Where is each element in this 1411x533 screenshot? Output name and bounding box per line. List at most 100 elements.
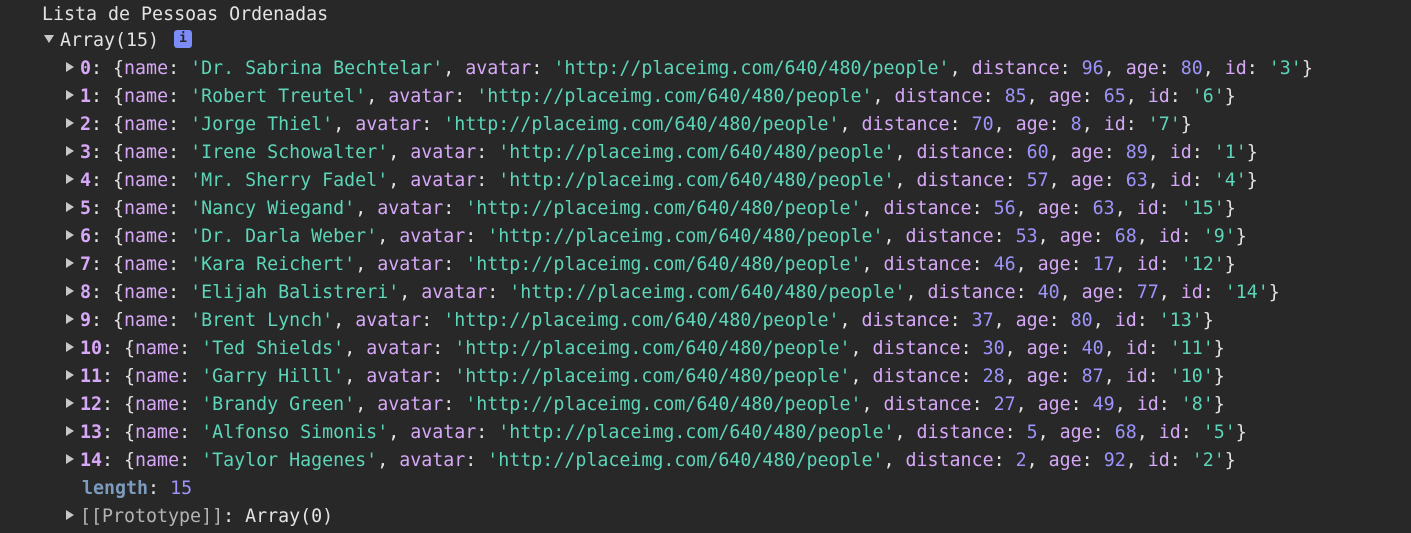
item-index[interactable]: 7: [80, 254, 91, 275]
array-item-row[interactable]: 4: {name: 'Mr. Sherry Fadel', avatar: 'h…: [66, 167, 1258, 195]
id-value: '9': [1202, 226, 1236, 247]
distance-key: distance: [905, 450, 994, 471]
avatar-key: avatar: [366, 366, 433, 387]
age-value: 87: [1081, 366, 1104, 387]
expand-triangle-icon[interactable]: [66, 314, 74, 324]
array-item-row[interactable]: 13: {name: 'Alfonso Simonis', avatar: 'h…: [66, 419, 1247, 447]
age-key: age: [1037, 198, 1071, 219]
id-key: id: [1136, 254, 1159, 275]
item-index[interactable]: 4: [80, 170, 91, 191]
expand-triangle-icon[interactable]: [66, 426, 74, 436]
item-index[interactable]: 6: [80, 226, 91, 247]
expand-triangle-icon[interactable]: [66, 90, 74, 100]
array-item-row[interactable]: 8: {name: 'Elijah Balistreri', avatar: '…: [66, 279, 1280, 307]
avatar-key: avatar: [465, 58, 532, 79]
distance-key: distance: [894, 86, 983, 107]
id-key: id: [1136, 394, 1159, 415]
array-header[interactable]: Array(15) i: [44, 27, 193, 55]
expand-triangle-icon[interactable]: [66, 258, 74, 268]
avatar-value: 'http://placeimg.com/640/480/people': [487, 226, 884, 247]
id-value: '14': [1224, 282, 1269, 303]
array-item-row[interactable]: 9: {name: 'Brent Lynch', avatar: 'http:/…: [66, 307, 1214, 335]
item-index[interactable]: 10: [80, 338, 102, 359]
array-item-row[interactable]: 11: {name: 'Garry Hilll', avatar: 'http:…: [66, 363, 1225, 391]
avatar-value: 'http://placeimg.com/640/480/people': [465, 198, 862, 219]
item-index[interactable]: 11: [80, 366, 102, 387]
item-index[interactable]: 12: [80, 394, 102, 415]
array-item-row[interactable]: 5: {name: 'Nancy Wiegand', avatar: 'http…: [66, 195, 1236, 223]
id-key: id: [1125, 366, 1148, 387]
expand-triangle-icon[interactable]: [66, 118, 74, 128]
item-index[interactable]: 13: [80, 422, 102, 443]
age-key: age: [1059, 226, 1093, 247]
name-value: 'Alfonso Simonis': [201, 422, 389, 443]
id-value: '8': [1180, 394, 1214, 415]
name-key: name: [124, 58, 169, 79]
age-value: 92: [1103, 450, 1126, 471]
avatar-key: avatar: [399, 450, 466, 471]
age-value: 89: [1125, 142, 1148, 163]
distance-value: 46: [993, 254, 1016, 275]
array-item-row[interactable]: 0: {name: 'Dr. Sabrina Bechtelar', avata…: [66, 55, 1313, 83]
prototype-key: [[Prototype]]: [80, 506, 224, 527]
array-item-row[interactable]: 3: {name: 'Irene Schowalter', avatar: 'h…: [66, 139, 1258, 167]
expand-triangle-icon[interactable]: [66, 398, 74, 408]
array-item-row[interactable]: 14: {name: 'Taylor Hagenes', avatar: 'ht…: [66, 447, 1236, 475]
distance-value: 28: [982, 366, 1005, 387]
expand-triangle-icon[interactable]: [66, 202, 74, 212]
array-item-row[interactable]: 10: {name: 'Ted Shields', avatar: 'http:…: [66, 335, 1225, 363]
age-value: 80: [1070, 310, 1093, 331]
name-key: name: [124, 310, 169, 331]
expand-triangle-icon[interactable]: [44, 35, 54, 43]
distance-key: distance: [916, 142, 1005, 163]
item-index[interactable]: 0: [80, 58, 91, 79]
expand-triangle-icon[interactable]: [66, 146, 74, 156]
expand-triangle-icon[interactable]: [66, 342, 74, 352]
item-index[interactable]: 9: [80, 310, 91, 331]
array-item-row[interactable]: 1: {name: 'Robert Treutel', avatar: 'htt…: [66, 83, 1236, 111]
age-value: 17: [1092, 254, 1115, 275]
age-key: age: [1037, 394, 1071, 415]
item-index[interactable]: 3: [80, 142, 91, 163]
name-key: name: [124, 198, 169, 219]
info-icon[interactable]: i: [174, 30, 193, 48]
array-item-row[interactable]: 7: {name: 'Kara Reichert', avatar: 'http…: [66, 251, 1236, 279]
name-value: 'Dr. Darla Weber': [190, 226, 378, 247]
expand-triangle-icon[interactable]: [66, 62, 74, 72]
distance-key: distance: [916, 422, 1005, 443]
avatar-key: avatar: [377, 198, 444, 219]
collapse-triangle-icon[interactable]: [66, 510, 74, 520]
expand-triangle-icon[interactable]: [66, 174, 74, 184]
item-index[interactable]: 2: [80, 114, 91, 135]
array-item-row[interactable]: 2: {name: 'Jorge Thiel', avatar: 'http:/…: [66, 111, 1192, 139]
expand-triangle-icon[interactable]: [66, 454, 74, 464]
id-value: '12': [1180, 254, 1225, 275]
avatar-value: 'http://placeimg.com/640/480/people': [465, 394, 862, 415]
age-value: 63: [1125, 170, 1148, 191]
avatar-key: avatar: [388, 86, 455, 107]
array-item-row[interactable]: 6: {name: 'Dr. Darla Weber', avatar: 'ht…: [66, 223, 1247, 251]
array-summary[interactable]: Array(15): [60, 30, 159, 51]
name-key: name: [135, 366, 180, 387]
id-value: '2': [1191, 450, 1225, 471]
age-value: 8: [1070, 114, 1082, 135]
avatar-value: 'http://placeimg.com/640/480/people': [509, 282, 906, 303]
avatar-key: avatar: [410, 170, 477, 191]
name-value: 'Jorge Thiel': [190, 114, 334, 135]
expand-triangle-icon[interactable]: [66, 286, 74, 296]
item-index[interactable]: 8: [80, 282, 91, 303]
item-index[interactable]: 5: [80, 198, 91, 219]
id-key: id: [1125, 338, 1148, 359]
name-key: name: [124, 142, 169, 163]
array-item-row[interactable]: 12: {name: 'Brandy Green', avatar: 'http…: [66, 391, 1225, 419]
item-index[interactable]: 14: [80, 450, 102, 471]
item-index[interactable]: 1: [80, 86, 91, 107]
id-key: id: [1158, 422, 1181, 443]
devtools-console: Lista de Pessoas Ordenadas Array(15) i 0…: [0, 0, 1411, 533]
distance-value: 27: [993, 394, 1016, 415]
length-property: length: 15: [82, 478, 193, 499]
expand-triangle-icon[interactable]: [66, 230, 74, 240]
distance-value: 30: [982, 338, 1005, 359]
prototype-row[interactable]: [[Prototype]]: Array(0): [66, 503, 333, 531]
expand-triangle-icon[interactable]: [66, 370, 74, 380]
